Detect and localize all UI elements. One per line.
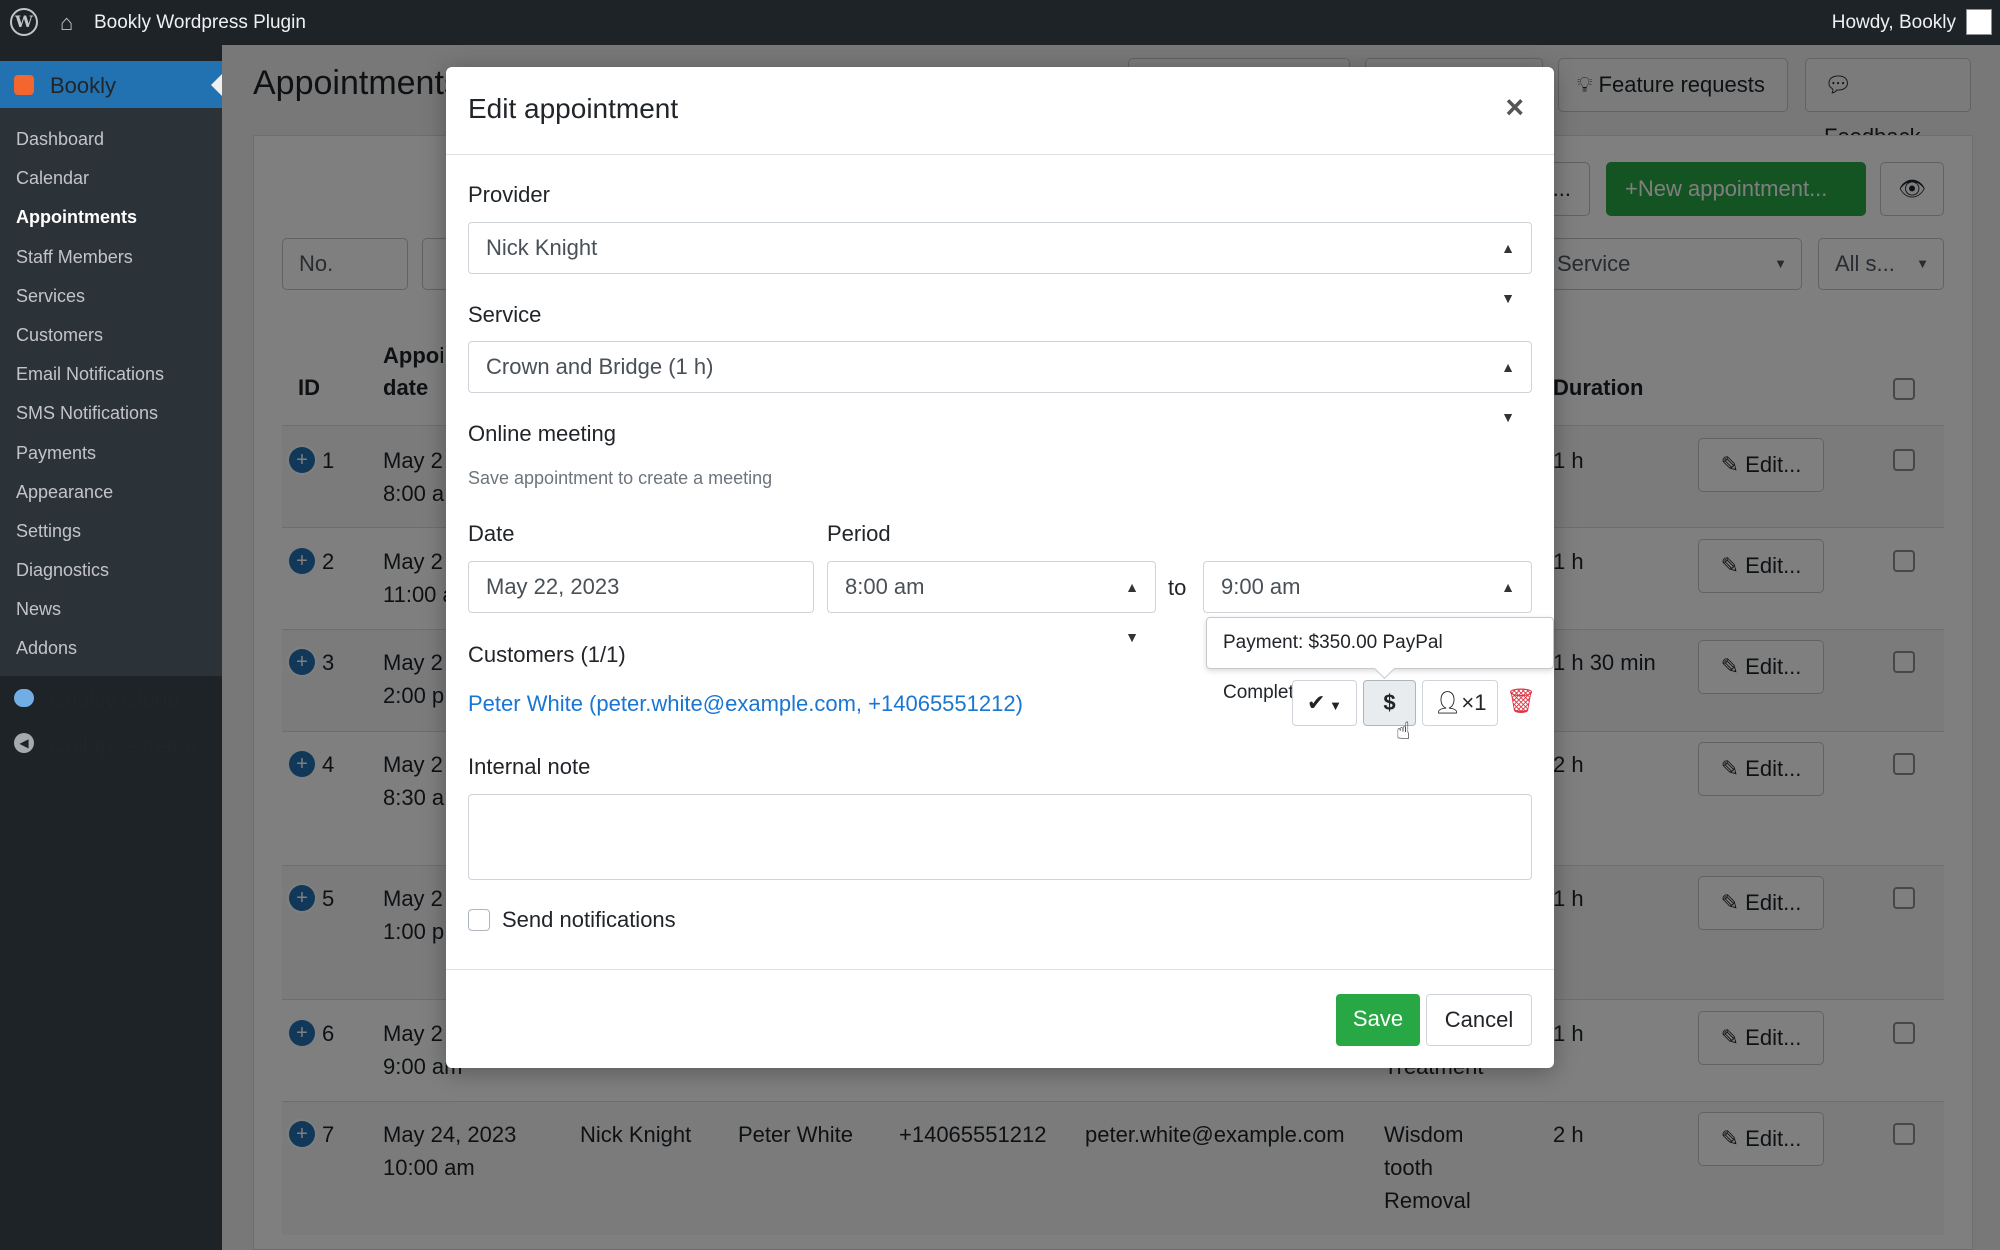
collapse-menu-label: Collapse menu [50, 733, 197, 758]
internal-note-textarea[interactable] [468, 794, 1532, 880]
check-icon: ✔ [1307, 690, 1326, 715]
dollar-icon: $ [1383, 690, 1396, 715]
sidebar-item-services[interactable]: Services [0, 277, 222, 316]
edit-appointment-modal: Edit appointment × Provider Nick Knight … [446, 67, 1554, 1068]
site-name[interactable]: Bookly Wordpress Plugin [94, 12, 306, 34]
sidebar-item-appearance[interactable]: Appearance [0, 473, 222, 512]
home-icon[interactable]: ⌂ [60, 10, 73, 36]
sidebar-item-payments[interactable]: Payments [0, 434, 222, 473]
payment-tooltip: Payment: $350.00 PayPal Completed [1206, 617, 1554, 703]
send-notifications-label[interactable]: Send notifications [502, 907, 676, 933]
cloud-icon [14, 689, 34, 707]
wordpress-logo-icon[interactable]: W [10, 8, 38, 36]
period-label: Period [827, 521, 891, 546]
sidebar-item-bookly[interactable]: Bookly [0, 61, 222, 108]
bookly-logo-icon [14, 75, 34, 95]
modal-title: Edit appointment [468, 93, 679, 124]
sidebar-item-addons[interactable]: Addons [0, 629, 222, 668]
admin-bar: W ⌂ Bookly Wordpress Plugin Howdy, Bookl… [0, 0, 2000, 45]
close-icon[interactable]: × [1505, 89, 1524, 126]
period-end-select[interactable]: 9:00 am ▲▼ [1203, 561, 1532, 645]
trash-icon[interactable]: 🗑︎ [1506, 687, 1536, 716]
sidebar-item-email-notifications[interactable]: Email Notifications [0, 355, 222, 394]
sidebar-item-dashboard[interactable]: Dashboard [0, 120, 222, 159]
sidebar-item-sms-notifications[interactable]: SMS Notifications [0, 394, 222, 433]
service-select[interactable]: Crown and Bridge (1 h) ▲ ▼ [468, 341, 1532, 425]
sidebar-item-diagnostics[interactable]: Diagnostics [0, 551, 222, 590]
select-arrows-icon: ▲▼ [1125, 579, 1139, 645]
sidebar-item-staff-members[interactable]: Staff Members [0, 238, 222, 277]
sidebar-item-bookly-cloud[interactable]: Bookly Cloud [0, 676, 222, 721]
provider-label: Provider [468, 182, 550, 207]
period-to-label: to [1168, 575, 1187, 600]
sidebar-item-appointments[interactable]: Appointments [0, 198, 222, 237]
sidebar-item-label: Bookly [50, 73, 117, 98]
customer-link[interactable]: Peter White (peter.white@example.com, +1… [468, 691, 1023, 717]
provider-select[interactable]: Nick Knight ▲ ▼ [468, 222, 1532, 306]
caret-down-icon: ▼ [1325, 698, 1342, 713]
current-menu-arrow-icon [211, 74, 222, 96]
select-arrows-icon: ▲▼ [1501, 240, 1515, 306]
number-of-persons-button[interactable]: 👤︎×1 [1422, 680, 1498, 726]
divider [446, 969, 1554, 970]
cancel-button[interactable]: Cancel [1426, 994, 1532, 1046]
customers-label: Customers (1/1) [468, 642, 626, 667]
user-icon: 👤︎ [1433, 690, 1462, 715]
sidebar-item-news[interactable]: News [0, 590, 222, 629]
service-label: Service [468, 302, 542, 327]
select-arrows-icon: ▲▼ [1501, 359, 1515, 425]
divider [446, 154, 1554, 155]
online-meeting-hint: Save appointment to create a meeting [468, 468, 773, 488]
avatar[interactable] [1966, 9, 1992, 35]
date-label: Date [468, 521, 515, 546]
howdy-user[interactable]: Howdy, Bookly [1832, 12, 1956, 34]
send-notifications-checkbox[interactable] [468, 909, 490, 931]
date-input[interactable]: May 22, 2023 [468, 561, 814, 613]
sidebar-item-calendar[interactable]: Calendar [0, 159, 222, 198]
period-start-select[interactable]: 8:00 am ▲ ▼ [827, 561, 1156, 645]
sidebar-item-customers[interactable]: Customers [0, 316, 222, 355]
bookly-submenu: Dashboard Calendar Appointments Staff Me… [0, 108, 222, 676]
admin-sidebar: Bookly Dashboard Calendar Appointments S… [0, 45, 222, 1250]
sidebar-item-label: Bookly Cloud [50, 687, 180, 712]
collapse-arrow-icon: ◀ [14, 733, 34, 753]
hand-cursor-icon: ☝︎ [1396, 718, 1411, 745]
sidebar-item-settings[interactable]: Settings [0, 512, 222, 551]
internal-note-label: Internal note [468, 754, 591, 779]
status-dropdown-button[interactable]: ✔ ▼ [1292, 680, 1357, 726]
save-button[interactable]: Save [1336, 994, 1420, 1046]
online-meeting-label: Online meeting [468, 421, 616, 446]
collapse-menu-button[interactable]: ◀ Collapse menu [0, 721, 222, 766]
